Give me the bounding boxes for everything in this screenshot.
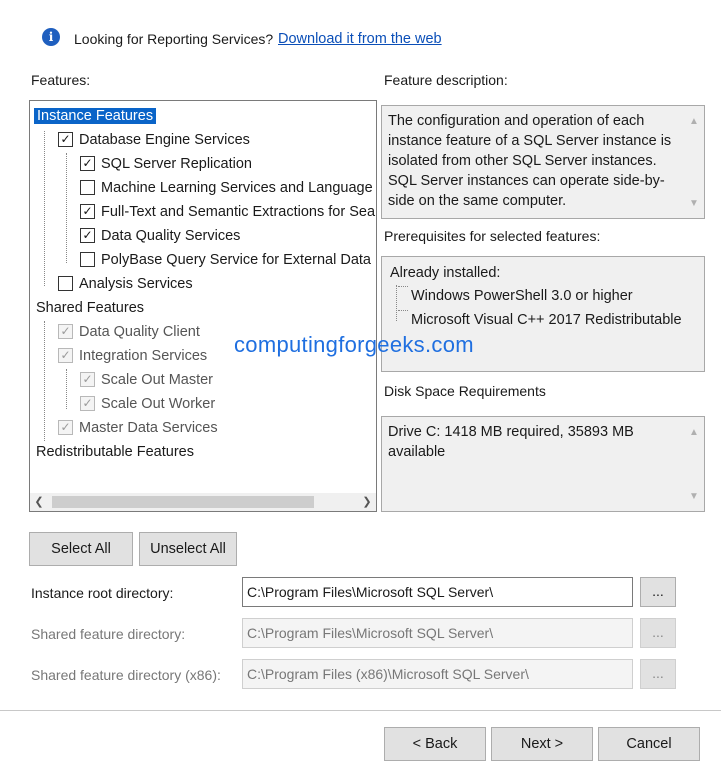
checkbox[interactable]	[80, 155, 95, 171]
tree-item-label: Scale Out Worker	[101, 396, 216, 412]
tree-item-label: PolyBase Query Service for External Data	[101, 252, 371, 268]
disk-space-box: Drive C: 1418 MB required, 35893 MB avai…	[381, 416, 705, 512]
checkbox[interactable]	[58, 419, 73, 435]
prerequisites-label: Prerequisites for selected features:	[384, 228, 601, 244]
checkbox[interactable]	[58, 275, 73, 291]
tree-item-label: Master Data Services	[79, 420, 218, 436]
tree-item-shared-features[interactable]: Shared Features	[36, 297, 144, 319]
unselect-all-button[interactable]: Unselect All	[139, 532, 237, 566]
tree-item-label: Data Quality Client	[79, 324, 200, 340]
features-tree[interactable]: Instance Features Database Engine Servic…	[29, 100, 377, 512]
shared-feature-directory-x86-label: Shared feature directory (x86):	[31, 667, 221, 683]
disk-space-text: Drive C: 1418 MB required, 35893 MB avai…	[388, 424, 634, 460]
scroll-up-icon[interactable]: ▲	[688, 423, 700, 443]
prerequisite-item: Microsoft Visual C++ 2017 Redistributabl…	[411, 312, 682, 328]
checkbox[interactable]	[58, 347, 73, 363]
tree-item-label: Scale Out Master	[101, 372, 214, 388]
instance-root-directory-label: Instance root directory:	[31, 585, 174, 601]
scrollbar-thumb[interactable]	[52, 496, 314, 508]
tree-item-label: Data Quality Services	[101, 228, 241, 244]
tree-item-label: Full-Text and Semantic Extractions for S…	[101, 204, 377, 220]
tree-item-label: Shared Features	[36, 300, 145, 316]
already-installed-header: Already installed:	[390, 265, 501, 281]
cancel-button[interactable]: Cancel	[598, 727, 700, 761]
features-label: Features:	[31, 72, 91, 88]
disk-space-label: Disk Space Requirements	[384, 383, 546, 399]
select-all-button[interactable]: Select All	[29, 532, 133, 566]
next-button[interactable]: Next >	[491, 727, 593, 761]
tree-item-data-quality-services[interactable]: Data Quality Services	[80, 225, 240, 247]
scroll-left-icon[interactable]: ❮	[30, 493, 48, 511]
tree-item-label: Machine Learning Services and Language E…	[101, 180, 377, 196]
browse-instance-root-button[interactable]: ...	[640, 577, 676, 607]
tree-item-integration-services[interactable]: Integration Services	[58, 345, 207, 367]
tree-item-label: Analysis Services	[79, 276, 193, 292]
scroll-up-icon[interactable]: ▲	[688, 112, 700, 132]
tree-item-full-text-search[interactable]: Full-Text and Semantic Extractions for S…	[80, 201, 377, 223]
feature-description-text: The configuration and operation of each …	[388, 113, 672, 209]
browse-shared-feature-button[interactable]: ...	[640, 618, 676, 648]
instance-root-directory-field[interactable]: C:\Program Files\Microsoft SQL Server\	[242, 577, 633, 607]
checkbox[interactable]	[80, 395, 95, 411]
horizontal-scrollbar[interactable]: ❮ ❯	[30, 493, 376, 511]
feature-description-box: The configuration and operation of each …	[381, 105, 705, 219]
tree-item-master-data-services[interactable]: Master Data Services	[58, 417, 218, 439]
checkbox[interactable]	[58, 131, 73, 147]
tree-item-sql-server-replication[interactable]: SQL Server Replication	[80, 153, 252, 175]
tree-item-scale-out-master[interactable]: Scale Out Master	[80, 369, 213, 391]
tree-item-redistributable-features[interactable]: Redistributable Features	[36, 441, 194, 463]
back-button[interactable]: < Back	[384, 727, 486, 761]
shared-feature-directory-x86-field[interactable]: C:\Program Files (x86)\Microsoft SQL Ser…	[242, 659, 633, 689]
checkbox[interactable]	[80, 227, 95, 243]
checkbox[interactable]	[80, 179, 95, 195]
tree-item-analysis-services[interactable]: Analysis Services	[58, 273, 193, 295]
watermark-text: computingforgeeks.com	[234, 332, 474, 357]
tree-item-label: Redistributable Features	[36, 444, 194, 460]
tree-item-instance-features[interactable]: Instance Features	[34, 105, 157, 127]
scroll-down-icon[interactable]: ▼	[688, 487, 700, 507]
tree-item-scale-out-worker[interactable]: Scale Out Worker	[80, 393, 215, 415]
checkbox[interactable]	[80, 251, 95, 267]
checkbox[interactable]	[80, 371, 95, 387]
download-link[interactable]: Download it from the web	[278, 31, 442, 47]
tree-item-label: Integration Services	[79, 348, 208, 364]
prerequisite-item: Windows PowerShell 3.0 or higher	[411, 288, 633, 304]
scroll-right-icon[interactable]: ❯	[358, 493, 376, 511]
footer-separator	[0, 710, 721, 711]
tree-item-data-quality-client[interactable]: Data Quality Client	[58, 321, 200, 343]
shared-feature-directory-label: Shared feature directory:	[31, 626, 186, 642]
checkbox[interactable]	[58, 323, 73, 339]
info-icon: i	[42, 28, 60, 46]
tree-item-machine-learning-services[interactable]: Machine Learning Services and Language E…	[80, 177, 377, 199]
scroll-down-icon[interactable]: ▼	[688, 194, 700, 214]
tree-item-label: SQL Server Replication	[101, 156, 252, 172]
shared-feature-directory-field[interactable]: C:\Program Files\Microsoft SQL Server\	[242, 618, 633, 648]
feature-description-label: Feature description:	[384, 72, 508, 88]
tree-item-label: Instance Features	[34, 108, 157, 124]
reporting-services-notice: Looking for Reporting Services?	[74, 31, 274, 47]
tree-item-label: Database Engine Services	[79, 132, 250, 148]
tree-item-polybase[interactable]: PolyBase Query Service for External Data	[80, 249, 371, 271]
browse-shared-feature-x86-button[interactable]: ...	[640, 659, 676, 689]
tree-item-database-engine-services[interactable]: Database Engine Services	[58, 129, 250, 151]
checkbox[interactable]	[80, 203, 95, 219]
